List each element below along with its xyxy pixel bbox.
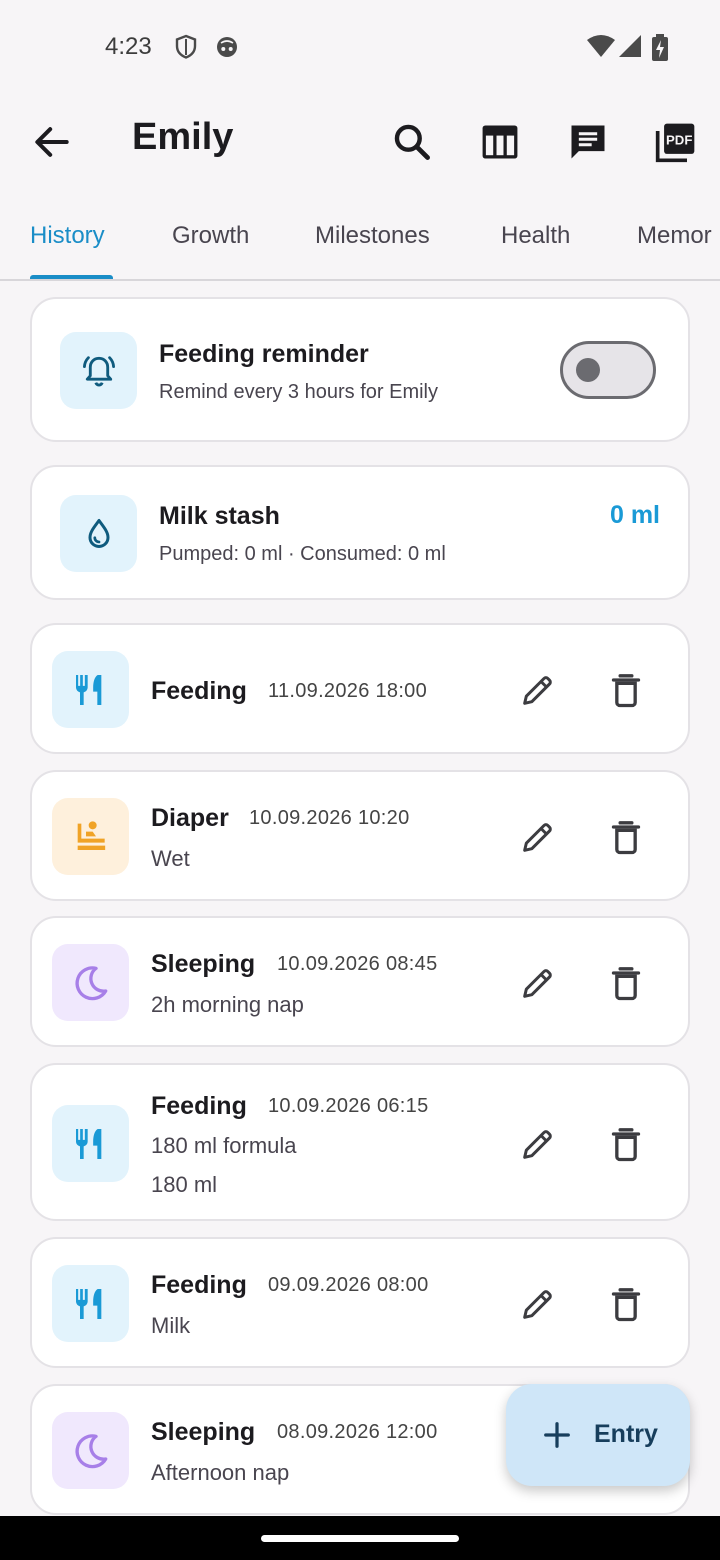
- edit-pencil-icon[interactable]: [518, 1284, 558, 1324]
- back-arrow-icon[interactable]: [30, 120, 74, 164]
- delete-trash-icon[interactable]: [606, 670, 646, 710]
- entry-card[interactable]: Diaper 10.09.2026 10:20 Wet: [30, 770, 690, 901]
- reminder-icon-tile: [60, 332, 137, 409]
- reminder-toggle[interactable]: [560, 341, 656, 399]
- page-title: Emily: [132, 116, 234, 158]
- entry-type: Diaper: [151, 804, 229, 832]
- table-icon[interactable]: [478, 120, 522, 164]
- entry-card[interactable]: Feeding 10.09.2026 06:15 180 ml formula …: [30, 1063, 690, 1221]
- tab-health[interactable]: Health: [501, 222, 570, 250]
- search-icon[interactable]: [390, 120, 434, 164]
- plus-icon: [544, 1422, 570, 1448]
- active-tab-indicator: [30, 275, 113, 279]
- entry-detail: Milk: [151, 1313, 191, 1338]
- stash-title: Milk stash: [159, 502, 280, 530]
- moon-icon: [74, 1433, 107, 1468]
- wifi-icon: [587, 35, 615, 57]
- add-entry-label: Entry: [594, 1420, 658, 1448]
- entry-detail: 2h morning nap: [151, 992, 304, 1017]
- tab-milestones[interactable]: Milestones: [315, 222, 430, 250]
- entry-type: Feeding: [151, 1271, 247, 1299]
- entry-icon-tile: [52, 798, 129, 875]
- face-icon: [217, 37, 237, 57]
- tab-bar: History Growth Milestones Health Memor: [0, 188, 720, 281]
- entry-card[interactable]: Sleeping 10.09.2026 08:45 2h morning nap: [30, 916, 690, 1047]
- entry-date: 10.09.2026 08:45: [277, 953, 438, 975]
- entry-detail: Wet: [151, 846, 190, 871]
- entry-card[interactable]: Feeding 09.09.2026 08:00 Milk: [30, 1237, 690, 1368]
- fork-knife-icon: [75, 1288, 101, 1319]
- pdf-icon[interactable]: PDF: [654, 120, 698, 164]
- entry-icon-tile: [52, 1412, 129, 1489]
- entry-icon-tile: [52, 1265, 129, 1342]
- entry-date: 09.09.2026 08:00: [268, 1274, 429, 1296]
- add-entry-button[interactable]: Entry: [506, 1384, 690, 1486]
- entry-card[interactable]: Feeding 11.09.2026 18:00: [30, 623, 690, 754]
- tab-memories[interactable]: Memor: [637, 222, 712, 250]
- water-drop-icon: [88, 518, 109, 548]
- delete-trash-icon[interactable]: [606, 963, 646, 1003]
- entry-icon-tile: [52, 1105, 129, 1182]
- tab-history[interactable]: History: [30, 222, 105, 250]
- edit-pencil-icon[interactable]: [518, 1124, 558, 1164]
- entry-type: Sleeping: [151, 1418, 256, 1446]
- reminder-subtitle: Remind every 3 hours for Emily: [159, 381, 438, 403]
- entry-type: Feeding: [151, 677, 247, 705]
- entry-detail: 180 ml: [151, 1172, 218, 1197]
- delete-trash-icon[interactable]: [606, 817, 646, 857]
- toggle-knob: [576, 358, 600, 382]
- entry-detail: Afternoon nap: [151, 1460, 290, 1485]
- entry-type: Feeding: [151, 1092, 247, 1120]
- home-indicator[interactable]: [261, 1535, 459, 1542]
- shield-icon: [175, 34, 197, 59]
- edit-pencil-icon[interactable]: [518, 817, 558, 857]
- stash-value: 0 ml: [609, 501, 660, 529]
- entry-date: 11.09.2026 18:00: [268, 680, 428, 702]
- status-time: 4:23: [105, 33, 152, 60]
- baby-changing-icon: [77, 820, 105, 850]
- svg-text:PDF: PDF: [666, 133, 692, 148]
- entry-icon-tile: [52, 944, 129, 1021]
- app-bar: Emily PDF: [0, 96, 720, 188]
- battery-icon: [652, 34, 668, 61]
- stash-subtitle: Pumped: 0 ml · Consumed: 0 ml: [159, 543, 446, 565]
- fork-knife-icon: [75, 1128, 101, 1159]
- chat-icon[interactable]: [566, 120, 610, 164]
- signal-icon: [619, 35, 641, 57]
- system-navigation-bar: [0, 1516, 720, 1560]
- moon-icon: [74, 965, 107, 1000]
- delete-trash-icon[interactable]: [606, 1284, 646, 1324]
- milk-stash-card[interactable]: Milk stash Pumped: 0 ml · Consumed: 0 ml…: [30, 465, 690, 600]
- entry-date: 10.09.2026 06:15: [268, 1095, 429, 1117]
- entry-date: 10.09.2026 10:20: [249, 807, 410, 829]
- entry-detail: 180 ml formula: [151, 1133, 297, 1158]
- entry-icon-tile: [52, 651, 129, 728]
- fork-knife-icon: [75, 674, 101, 705]
- feeding-reminder-card: Feeding reminder Remind every 3 hours fo…: [30, 297, 690, 442]
- status-bar: 4:23: [0, 0, 720, 96]
- bell-ring-icon: [82, 355, 115, 386]
- edit-pencil-icon[interactable]: [518, 670, 558, 710]
- edit-pencil-icon[interactable]: [518, 963, 558, 1003]
- delete-trash-icon[interactable]: [606, 1124, 646, 1164]
- stash-icon-tile: [60, 495, 137, 572]
- entry-type: Sleeping: [151, 950, 256, 978]
- reminder-title: Feeding reminder: [159, 340, 369, 368]
- entry-date: 08.09.2026 12:00: [277, 1421, 438, 1443]
- tab-growth[interactable]: Growth: [172, 222, 249, 250]
